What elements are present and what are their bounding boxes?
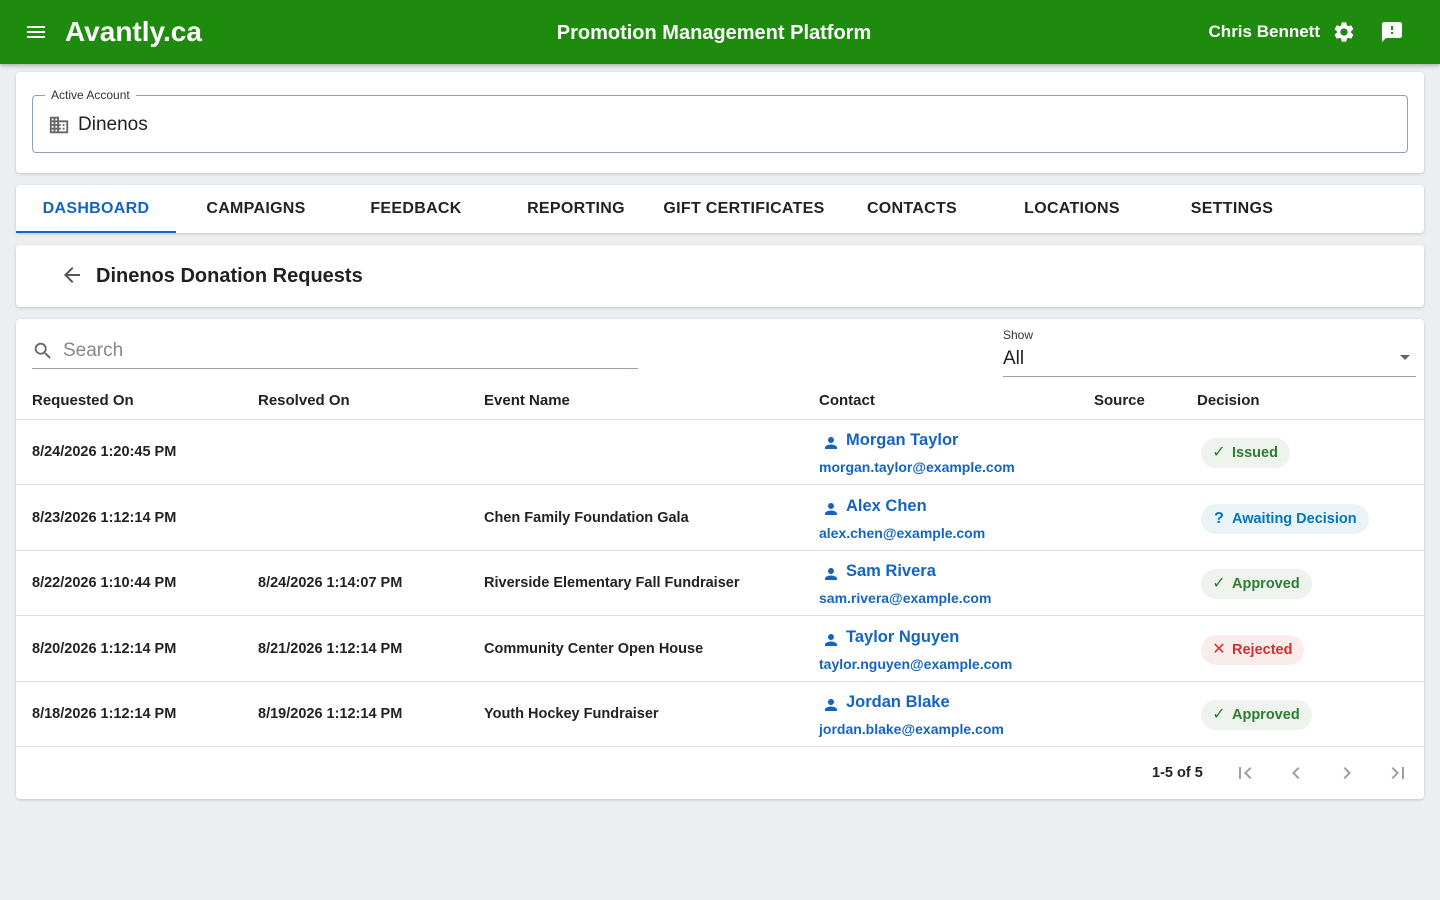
tab-locations[interactable]: LOCATIONS bbox=[992, 185, 1152, 233]
decision-status-label: Issued bbox=[1232, 445, 1278, 461]
tab-feedback[interactable]: FEEDBACK bbox=[336, 185, 496, 233]
donation-requests-table: Show All Requested On Resolved On Event … bbox=[16, 319, 1424, 799]
account-card: Active Account Dinenos bbox=[16, 72, 1424, 173]
active-account-label: Active Account bbox=[45, 88, 136, 102]
building-icon bbox=[49, 116, 69, 134]
contact-email-link[interactable]: taylor.nguyen@example.com bbox=[819, 655, 1012, 673]
contact-name-link[interactable]: Sam Rivera bbox=[846, 561, 936, 581]
tab-contacts[interactable]: CONTACTS bbox=[832, 185, 992, 233]
contact-email-link[interactable]: alex.chen@example.com bbox=[819, 524, 985, 542]
column-header-contact[interactable]: Contact bbox=[819, 392, 875, 410]
contact-cell: Alex Chen alex.chen@example.com bbox=[819, 486, 1079, 551]
table-row[interactable]: 8/22/2026 1:10:44 PM 8/24/2026 1:14:07 PM… bbox=[16, 551, 1424, 616]
contact-name-link[interactable]: Morgan Taylor bbox=[846, 430, 958, 450]
decision-status-label: Approved bbox=[1232, 707, 1300, 723]
requested-on-cell: 8/18/2026 1:12:14 PM bbox=[32, 706, 177, 722]
previous-page-icon[interactable] bbox=[1284, 761, 1308, 785]
show-filter-label: Show bbox=[1003, 328, 1034, 342]
nav-tabs: DASHBOARD CAMPAIGNS FEEDBACK REPORTING G… bbox=[16, 185, 1424, 233]
tab-dashboard[interactable]: DASHBOARD bbox=[16, 185, 176, 233]
event-name-cell: Youth Hockey Fundraiser bbox=[484, 706, 659, 722]
gear-icon[interactable] bbox=[1332, 20, 1356, 44]
search-input[interactable] bbox=[63, 338, 623, 364]
page-header: Dinenos Donation Requests bbox=[16, 245, 1424, 307]
table-row[interactable]: 8/23/2026 1:12:14 PM Chen Family Foundati… bbox=[16, 486, 1424, 551]
person-icon bbox=[825, 699, 837, 711]
last-page-icon[interactable] bbox=[1386, 761, 1410, 785]
question-icon: ? bbox=[1214, 509, 1224, 527]
decision-status-badge: ✓ Approved bbox=[1201, 569, 1312, 599]
contact-name-link[interactable]: Taylor Nguyen bbox=[846, 627, 959, 647]
decision-status-label: Awaiting Decision bbox=[1232, 510, 1357, 527]
back-arrow-icon[interactable] bbox=[60, 263, 84, 287]
contact-name-link[interactable]: Jordan Blake bbox=[846, 692, 950, 712]
event-name-cell: Chen Family Foundation Gala bbox=[484, 509, 689, 526]
check-icon: ✓ bbox=[1212, 706, 1226, 723]
person-icon bbox=[825, 502, 837, 515]
check-icon: ✓ bbox=[1212, 575, 1226, 592]
show-filter-select[interactable]: Show All bbox=[1003, 327, 1416, 377]
column-header-decision[interactable]: Decision bbox=[1197, 392, 1260, 410]
tab-reporting[interactable]: REPORTING bbox=[496, 185, 656, 233]
table-row[interactable]: 8/20/2026 1:12:14 PM 8/21/2026 1:12:14 PM… bbox=[16, 617, 1424, 682]
check-icon: ✓ bbox=[1212, 444, 1226, 461]
contact-cell: Sam Rivera sam.rivera@example.com bbox=[819, 551, 1079, 616]
resolved-on-cell: 8/24/2026 1:14:07 PM bbox=[258, 575, 403, 591]
tab-settings[interactable]: SETTINGS bbox=[1152, 185, 1312, 233]
requested-on-cell: 8/22/2026 1:10:44 PM bbox=[32, 575, 177, 591]
next-page-icon[interactable] bbox=[1335, 761, 1359, 785]
contact-email-link[interactable]: jordan.blake@example.com bbox=[819, 720, 1004, 738]
active-account-select[interactable]: Active Account Dinenos bbox=[32, 88, 1408, 153]
decision-status-badge: ✓ Issued bbox=[1201, 438, 1290, 468]
active-account-value: Dinenos bbox=[78, 114, 148, 135]
contact-name-link[interactable]: Alex Chen bbox=[846, 496, 927, 516]
search-box bbox=[32, 336, 638, 369]
requested-on-cell: 8/20/2026 1:12:14 PM bbox=[32, 640, 177, 657]
contact-cell: Taylor Nguyen taylor.nguyen@example.com bbox=[819, 617, 1079, 682]
event-name-cell: Riverside Elementary Fall Fundraiser bbox=[484, 575, 740, 591]
show-filter-value: All bbox=[1003, 348, 1025, 369]
search-icon bbox=[34, 342, 51, 359]
column-header-source[interactable]: Source bbox=[1094, 392, 1145, 410]
requested-on-cell: 8/23/2026 1:12:14 PM bbox=[32, 509, 177, 526]
person-icon bbox=[825, 437, 837, 449]
feedback-icon[interactable] bbox=[1380, 20, 1404, 44]
table-row[interactable]: 8/24/2026 1:20:45 PM Morgan Taylor morgan.… bbox=[16, 420, 1424, 485]
first-page-icon[interactable] bbox=[1233, 761, 1257, 785]
top-app-bar: Avantly.ca Promotion Management Platform… bbox=[0, 0, 1440, 64]
tab-gift-certificates[interactable]: GIFT CERTIFICATES bbox=[656, 185, 832, 233]
contact-cell: Jordan Blake jordan.blake@example.com bbox=[819, 682, 1079, 747]
tab-campaigns[interactable]: CAMPAIGNS bbox=[176, 185, 336, 233]
person-icon bbox=[825, 633, 837, 646]
requested-on-cell: 8/24/2026 1:20:45 PM bbox=[32, 444, 177, 460]
contact-email-link[interactable]: sam.rivera@example.com bbox=[819, 589, 991, 607]
contact-email-link[interactable]: morgan.taylor@example.com bbox=[819, 458, 1015, 476]
pagination-range: 1-5 of 5 bbox=[1152, 765, 1203, 781]
dropdown-arrow-icon bbox=[1400, 355, 1410, 360]
decision-status-label: Rejected bbox=[1232, 641, 1293, 658]
user-name[interactable]: Chris Bennett bbox=[1209, 21, 1320, 43]
column-header-requested-on[interactable]: Requested On bbox=[32, 392, 134, 410]
decision-status-label: Approved bbox=[1232, 576, 1300, 592]
decision-status-badge: ✓ Approved bbox=[1201, 700, 1312, 730]
page-title: Dinenos Donation Requests bbox=[96, 265, 363, 287]
resolved-on-cell: 8/21/2026 1:12:14 PM bbox=[258, 640, 403, 657]
column-header-event-name[interactable]: Event Name bbox=[484, 392, 570, 410]
event-name-cell: Community Center Open House bbox=[484, 640, 704, 657]
contact-cell: Morgan Taylor morgan.taylor@example.com bbox=[819, 420, 1079, 485]
decision-status-badge: ✕ Rejected bbox=[1201, 634, 1305, 665]
decision-status-badge: ? Awaiting Decision bbox=[1201, 503, 1369, 534]
resolved-on-cell: 8/19/2026 1:12:14 PM bbox=[258, 706, 403, 722]
table-row[interactable]: 8/18/2026 1:12:14 PM 8/19/2026 1:12:14 PM… bbox=[16, 682, 1424, 747]
person-icon bbox=[825, 568, 837, 580]
close-icon: ✕ bbox=[1212, 640, 1226, 658]
column-header-resolved-on[interactable]: Resolved On bbox=[258, 392, 350, 410]
